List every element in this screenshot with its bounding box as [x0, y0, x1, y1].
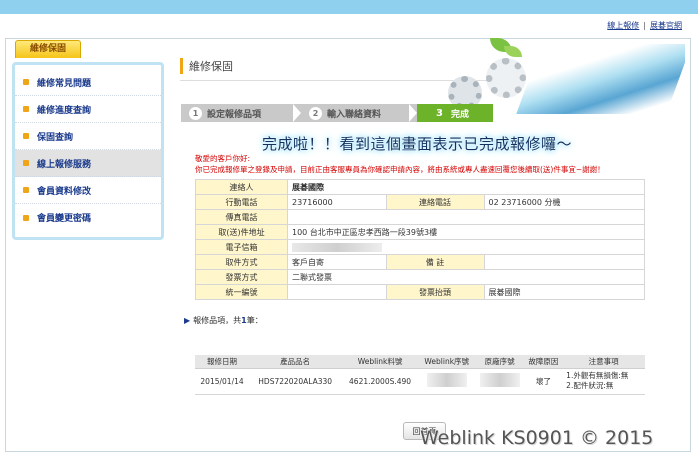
completion-annotation: 完成啦！！看到這個畫面表示已完成報修囉～ [262, 135, 573, 153]
bullet-icon [23, 187, 29, 193]
redacted-email [292, 242, 382, 252]
repair-date-cell: 2015/01/14 [195, 368, 250, 395]
sidebar-item-label: 保固查詢 [37, 132, 74, 143]
link-separator: | [643, 21, 646, 30]
redacted-serial [426, 373, 467, 387]
table-header-row: 報修日期 產品品名 Weblink料號 Weblink序號 原廠序號 故障原因 … [195, 355, 645, 369]
oem-serial-cell [474, 368, 525, 395]
invoice-title-label: 發票抬頭 [385, 284, 485, 300]
bullet-icon [23, 160, 29, 166]
step-label: 輸入聯絡資料 [327, 109, 382, 120]
part-number-cell: 4621.2000S.490 [341, 368, 419, 395]
sidebar-tab: 維修保固 [15, 40, 81, 58]
sidebar-item-progress[interactable]: 維修進度查詢 [15, 96, 161, 123]
step-2: 2 輸入聯絡資料 [301, 104, 409, 122]
bullet-icon [23, 214, 29, 221]
table-row: 2015/01/14 HDS722020ALA330 4621.2000S.49… [195, 368, 645, 395]
step-1: 1 設定報修品項 [181, 104, 293, 122]
step-label: 設定報修品項 [207, 109, 262, 120]
pickup-label: 取件方式 [195, 254, 288, 270]
items-heading-prefix: 報修品項，共 [193, 316, 242, 325]
notes-cell: 1.外觀有無損傷:無 2.配件狀況:無 [562, 368, 645, 395]
step-number: 3 [436, 107, 443, 119]
remark-label: 備 註 [385, 254, 485, 270]
redacted-serial [479, 373, 520, 387]
sidebar-item-label: 會員資料修改 [37, 186, 92, 197]
watermark: Weblink KS0901 © 2015 [420, 427, 654, 449]
sidebar-item-password[interactable]: 會員變更密碼 [15, 204, 161, 231]
step-number: 2 [309, 106, 322, 120]
fax-value [287, 209, 645, 225]
address-label: 取(送)件地址 [195, 224, 288, 240]
email-label: 電子信箱 [195, 239, 288, 255]
note-line: 2.配件狀況:無 [566, 381, 614, 390]
sidebar-item-faq[interactable]: 維修常見問題 [15, 69, 161, 96]
step-arrow-icon [293, 104, 301, 122]
sidebar-item-label: 會員變更密碼 [37, 214, 92, 224]
product-name-cell: HDS722020ALA330 [249, 368, 342, 395]
page-title: 維修保固 [180, 58, 233, 74]
step-number: 1 [189, 106, 202, 120]
notice-message: 你已完成報修單之登錄及申請，目前正由客服專員為你確認申請內容，將由系統或專人盡速… [195, 165, 605, 174]
pickup-value: 客戶自寄 [287, 254, 387, 270]
bullet-icon [23, 133, 29, 139]
invoice-method-value: 二聯式發票 [287, 269, 645, 285]
sidebar-item-warranty[interactable]: 保固查詢 [15, 123, 161, 150]
repair-items-table: 報修日期 產品品名 Weblink料號 Weblink序號 原廠序號 故障原因 … [195, 355, 645, 395]
column-header: 報修日期 [195, 355, 250, 369]
sidebar-item-label: 維修常見問題 [37, 78, 92, 89]
sidebar-item-online-repair[interactable]: 線上報修服務 [15, 150, 161, 177]
top-bar [0, 0, 698, 14]
mobile-label: 行動電話 [195, 194, 288, 210]
fault-reason-cell: 壞了 [524, 368, 563, 395]
sidebar-item-label: 線上報修服務 [37, 159, 92, 170]
completion-notice: 敬愛的客戶你好: 你已完成報修單之登錄及申請，目前正由客服專員為你確認申請內容，… [195, 153, 645, 175]
step-label: 完成 [451, 109, 470, 120]
phone-label: 連絡電話 [385, 194, 485, 210]
bullet-icon [23, 79, 29, 85]
column-header: 產品品名 [249, 355, 342, 369]
items-heading-suffix: 筆： [246, 316, 263, 325]
step-3-active: 3 完成 [417, 104, 493, 122]
sidebar-item-profile[interactable]: 會員資料修改 [15, 177, 161, 204]
contact-info-table: 連絡人 展碁國際 行動電話 23716000 連絡電話 02 23716000 … [195, 179, 646, 300]
tax-id-label: 統一編號 [195, 284, 288, 300]
address-value: 100 台北市中正區忠孝西路一段39號3樓 [287, 224, 645, 240]
triangle-icon: ▶ [184, 316, 191, 325]
official-site-link[interactable]: 展碁官網 [650, 21, 682, 30]
mobile-value: 23716000 [287, 194, 387, 210]
contact-person-value: 展碁國際 [287, 179, 645, 195]
remark-value [483, 254, 646, 270]
bullet-icon [23, 106, 29, 112]
column-header: Weblink料號 [341, 355, 419, 369]
phone-value: 02 23716000 分機 [483, 194, 646, 210]
step-arrow-icon [409, 104, 417, 122]
online-repair-link[interactable]: 線上報修 [607, 21, 639, 30]
fax-label: 傳真電話 [195, 209, 288, 225]
column-header: 注意事項 [562, 355, 645, 369]
column-header: 故障原因 [524, 355, 563, 369]
notice-greeting: 敬愛的客戶你好: [195, 154, 251, 163]
sidebar: 維修常見問題 維修進度查詢 保固查詢 線上報修服務 會員資料修改 會員變更密碼 [12, 62, 164, 240]
leaf-icon [504, 46, 522, 57]
light-streak-graphic [516, 44, 685, 114]
invoice-method-label: 發票方式 [195, 269, 288, 285]
progress-steps: 1 設定報修品項 2 輸入聯絡資料 3 完成 [181, 104, 493, 122]
items-heading: ▶ 報修品項，共1筆： [184, 315, 263, 326]
column-header: Weblink序號 [418, 355, 475, 369]
email-value [287, 239, 645, 255]
invoice-title-value: 展碁國際 [483, 284, 646, 300]
top-links: 線上報修 | 展碁官網 [607, 20, 682, 31]
column-header: 原廠序號 [474, 355, 525, 369]
banner-graphic [430, 36, 685, 114]
sidebar-item-label: 維修進度查詢 [37, 105, 92, 116]
contact-person-label: 連絡人 [195, 179, 288, 195]
note-line: 1.外觀有無損傷:無 [566, 371, 629, 380]
tax-id-value [287, 284, 387, 300]
gear-icon [486, 58, 526, 98]
weblink-serial-cell [418, 368, 475, 395]
